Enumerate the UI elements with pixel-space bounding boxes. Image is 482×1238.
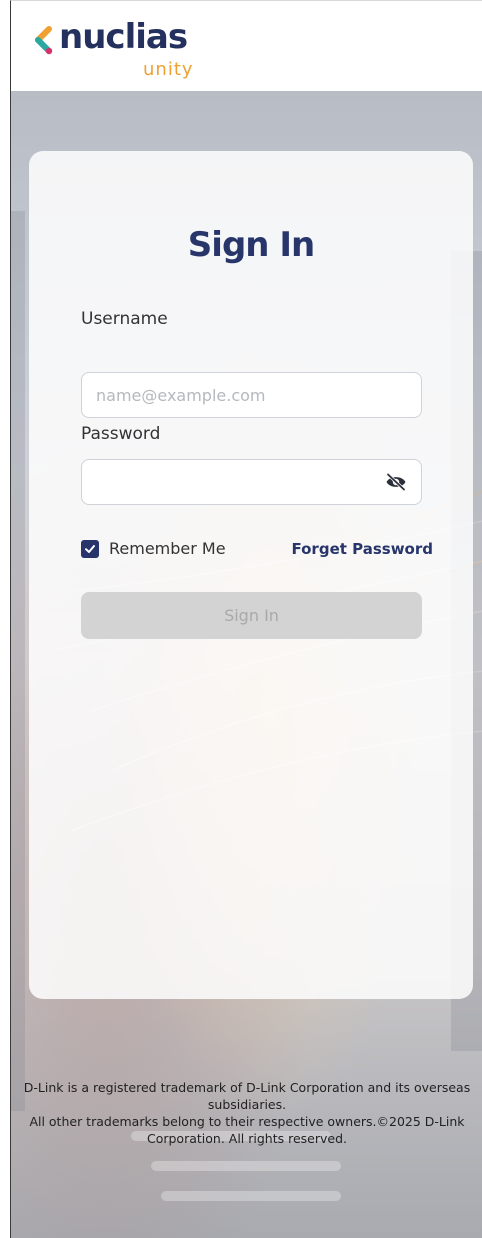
password-label: Password [81, 424, 161, 444]
logo-subtitle: unity [143, 59, 194, 80]
check-icon [85, 545, 95, 553]
remember-me-checkbox[interactable]: Remember Me [81, 538, 226, 560]
chevron-left-icon [35, 26, 53, 55]
header: nuclias unity [11, 1, 482, 91]
footer-trademark-text: D-Link is a registered trademark of D-Li… [23, 1080, 471, 1112]
password-input[interactable] [81, 459, 422, 505]
footer: D-Link is a registered trademark of D-Li… [11, 1079, 482, 1147]
username-input[interactable] [81, 372, 422, 418]
page-title: Sign In [187, 225, 315, 265]
username-label: Username [81, 309, 168, 329]
sign-in-button[interactable]: Sign In [81, 592, 422, 639]
nuclias-logo: nuclias unity [33, 15, 233, 91]
forget-password-link[interactable]: Forget Password [291, 538, 433, 560]
footer-copyright-text: All other trademarks belong to their res… [29, 1114, 465, 1146]
eye-slash-icon[interactable] [385, 473, 407, 491]
app-frame: nuclias unity Sign In Username name@exam… [10, 0, 482, 1238]
remember-me-label: Remember Me [109, 539, 226, 558]
logo-wordmark: nuclias [59, 17, 188, 57]
sign-in-card: Sign In Username Password Remember Me Fo… [29, 151, 473, 999]
checkbox-box[interactable] [81, 540, 99, 558]
